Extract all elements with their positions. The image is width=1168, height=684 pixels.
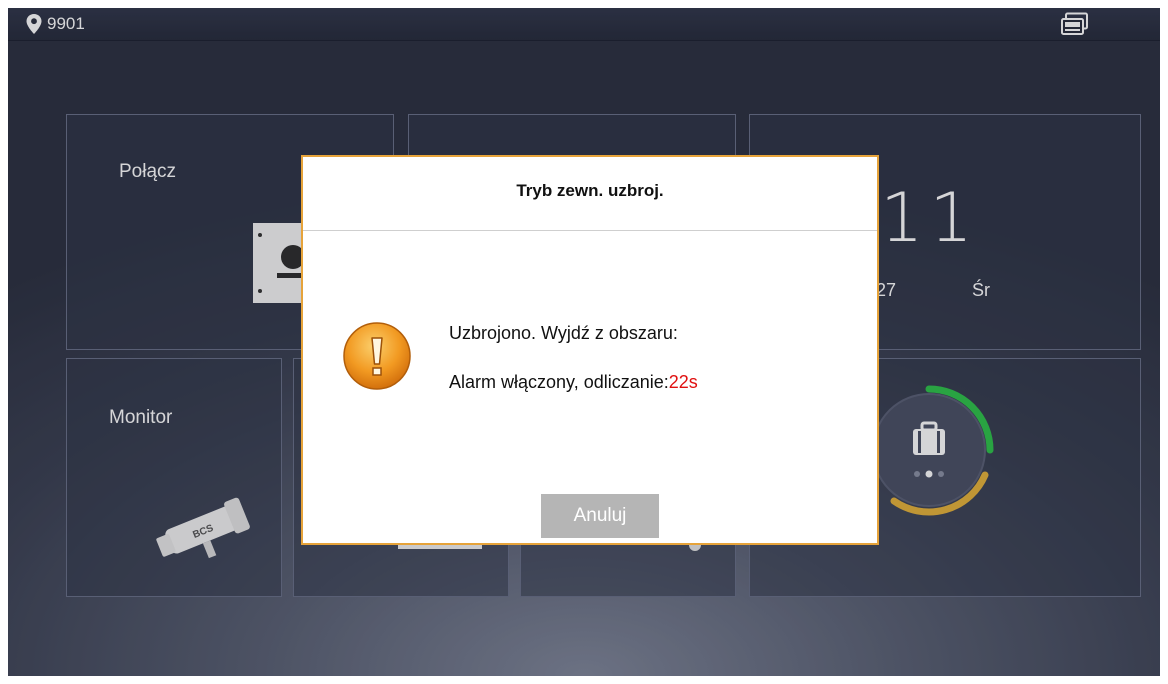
dialog-title: Tryb zewn. uzbroj. [516, 181, 664, 200]
warning-exclamation-icon [343, 322, 411, 390]
countdown-prefix: Alarm włączony, odliczanie: [449, 372, 669, 392]
dialog-divider [303, 230, 877, 231]
dialog-message-line1: Uzbrojono. Wyjdź z obszaru: [449, 323, 678, 343]
countdown-value: 22s [668, 372, 698, 392]
arm-mode-dialog: Tryb zewn. uzbroj. Uzbrojono. Wyjdź z ob… [301, 155, 879, 545]
dialog-message-line2: Alarm włączony, odliczanie:22s [449, 372, 698, 393]
cancel-button[interactable]: Anuluj [541, 494, 659, 538]
home-screen: 9901 Połącz 9:11 -6-27 Śr Monitor [8, 8, 1160, 676]
